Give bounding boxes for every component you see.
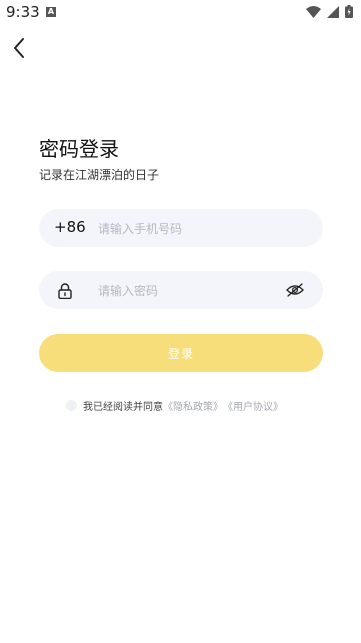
user-agreement-link[interactable]: 《用户协议》 — [223, 398, 283, 413]
agreement-row: 我已经阅读并同意 《隐私政策》 《用户协议》 — [66, 398, 283, 413]
password-field[interactable] — [39, 271, 323, 311]
back-button[interactable] — [8, 36, 32, 60]
page-subtitle: 记录在江湖漂泊的日子 — [39, 168, 160, 182]
login-button[interactable]: 登录 — [39, 334, 323, 372]
signal-icon — [327, 5, 339, 18]
chevron-left-icon — [14, 38, 24, 58]
wifi-icon — [306, 5, 321, 18]
eye-off-icon[interactable] — [286, 283, 304, 297]
agreement-text: 我已经阅读并同意 — [83, 402, 163, 413]
password-input[interactable] — [96, 271, 300, 311]
country-code[interactable]: +86 — [54, 218, 86, 236]
status-bar: 9:33 A — [0, 0, 361, 26]
a-icon: A — [46, 7, 56, 17]
agreement-checkbox[interactable] — [66, 400, 77, 411]
battery-icon — [345, 5, 353, 18]
status-time: 9:33 — [6, 3, 40, 21]
page-title: 密码登录 — [39, 137, 119, 161]
phone-input[interactable] — [96, 209, 300, 249]
phone-field[interactable]: +86 — [39, 209, 323, 249]
lock-icon — [58, 283, 72, 299]
status-icons — [306, 5, 353, 18]
privacy-policy-link[interactable]: 《隐私政策》 — [163, 398, 223, 413]
